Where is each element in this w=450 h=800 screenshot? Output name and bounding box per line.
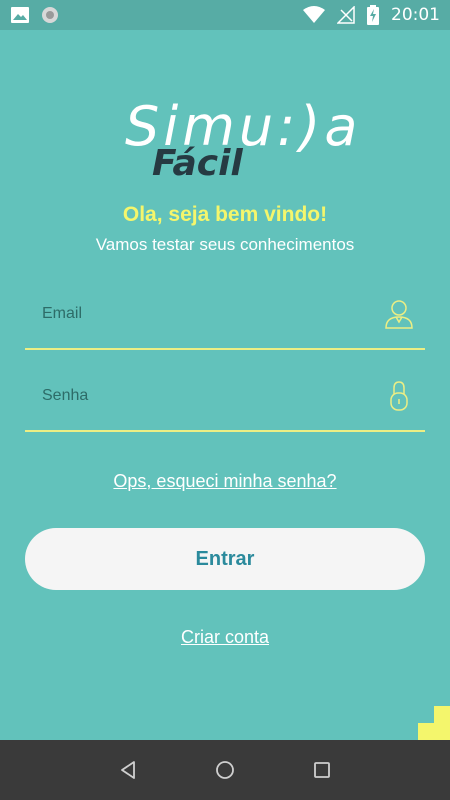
login-button[interactable]: Entrar [25,528,425,590]
welcome-title: Ola, seja bem vindo! [122,203,328,226]
recents-button[interactable] [302,750,342,790]
home-icon [216,761,234,779]
status-system: 20:01 [303,5,440,25]
wifi-icon [303,6,325,24]
home-button[interactable] [205,750,245,790]
no-signal-icon [337,6,355,24]
user-icon [383,298,415,330]
recents-icon [313,762,330,778]
logo-facil-text: Fácil [152,143,243,184]
back-icon [121,761,136,779]
corner-decoration [418,706,450,740]
forgot-password-link[interactable]: Ops, esqueci minha senha? [113,471,336,491]
back-button[interactable] [108,750,148,790]
navigation-bar [0,740,450,800]
create-account-link[interactable]: Criar conta [181,627,269,647]
status-bar: 20:01 [0,0,450,30]
status-clock: 20:01 [391,5,440,25]
sync-notification-icon [40,5,60,25]
app-logo: Simu:)a Fácil [0,95,450,190]
email-field[interactable] [25,280,425,350]
welcome-subtitle: Vamos testar seus conhecimentos [95,235,355,254]
create-account-container: Criar conta [0,627,450,648]
forgot-password-container: Ops, esqueci minha senha? [0,471,450,492]
password-field[interactable] [25,362,425,432]
password-input[interactable] [42,362,362,430]
lock-icon [383,380,415,412]
email-input[interactable] [42,280,362,348]
image-notification-icon [10,6,30,24]
battery-charging-icon [367,5,379,25]
status-notifications [10,5,60,25]
